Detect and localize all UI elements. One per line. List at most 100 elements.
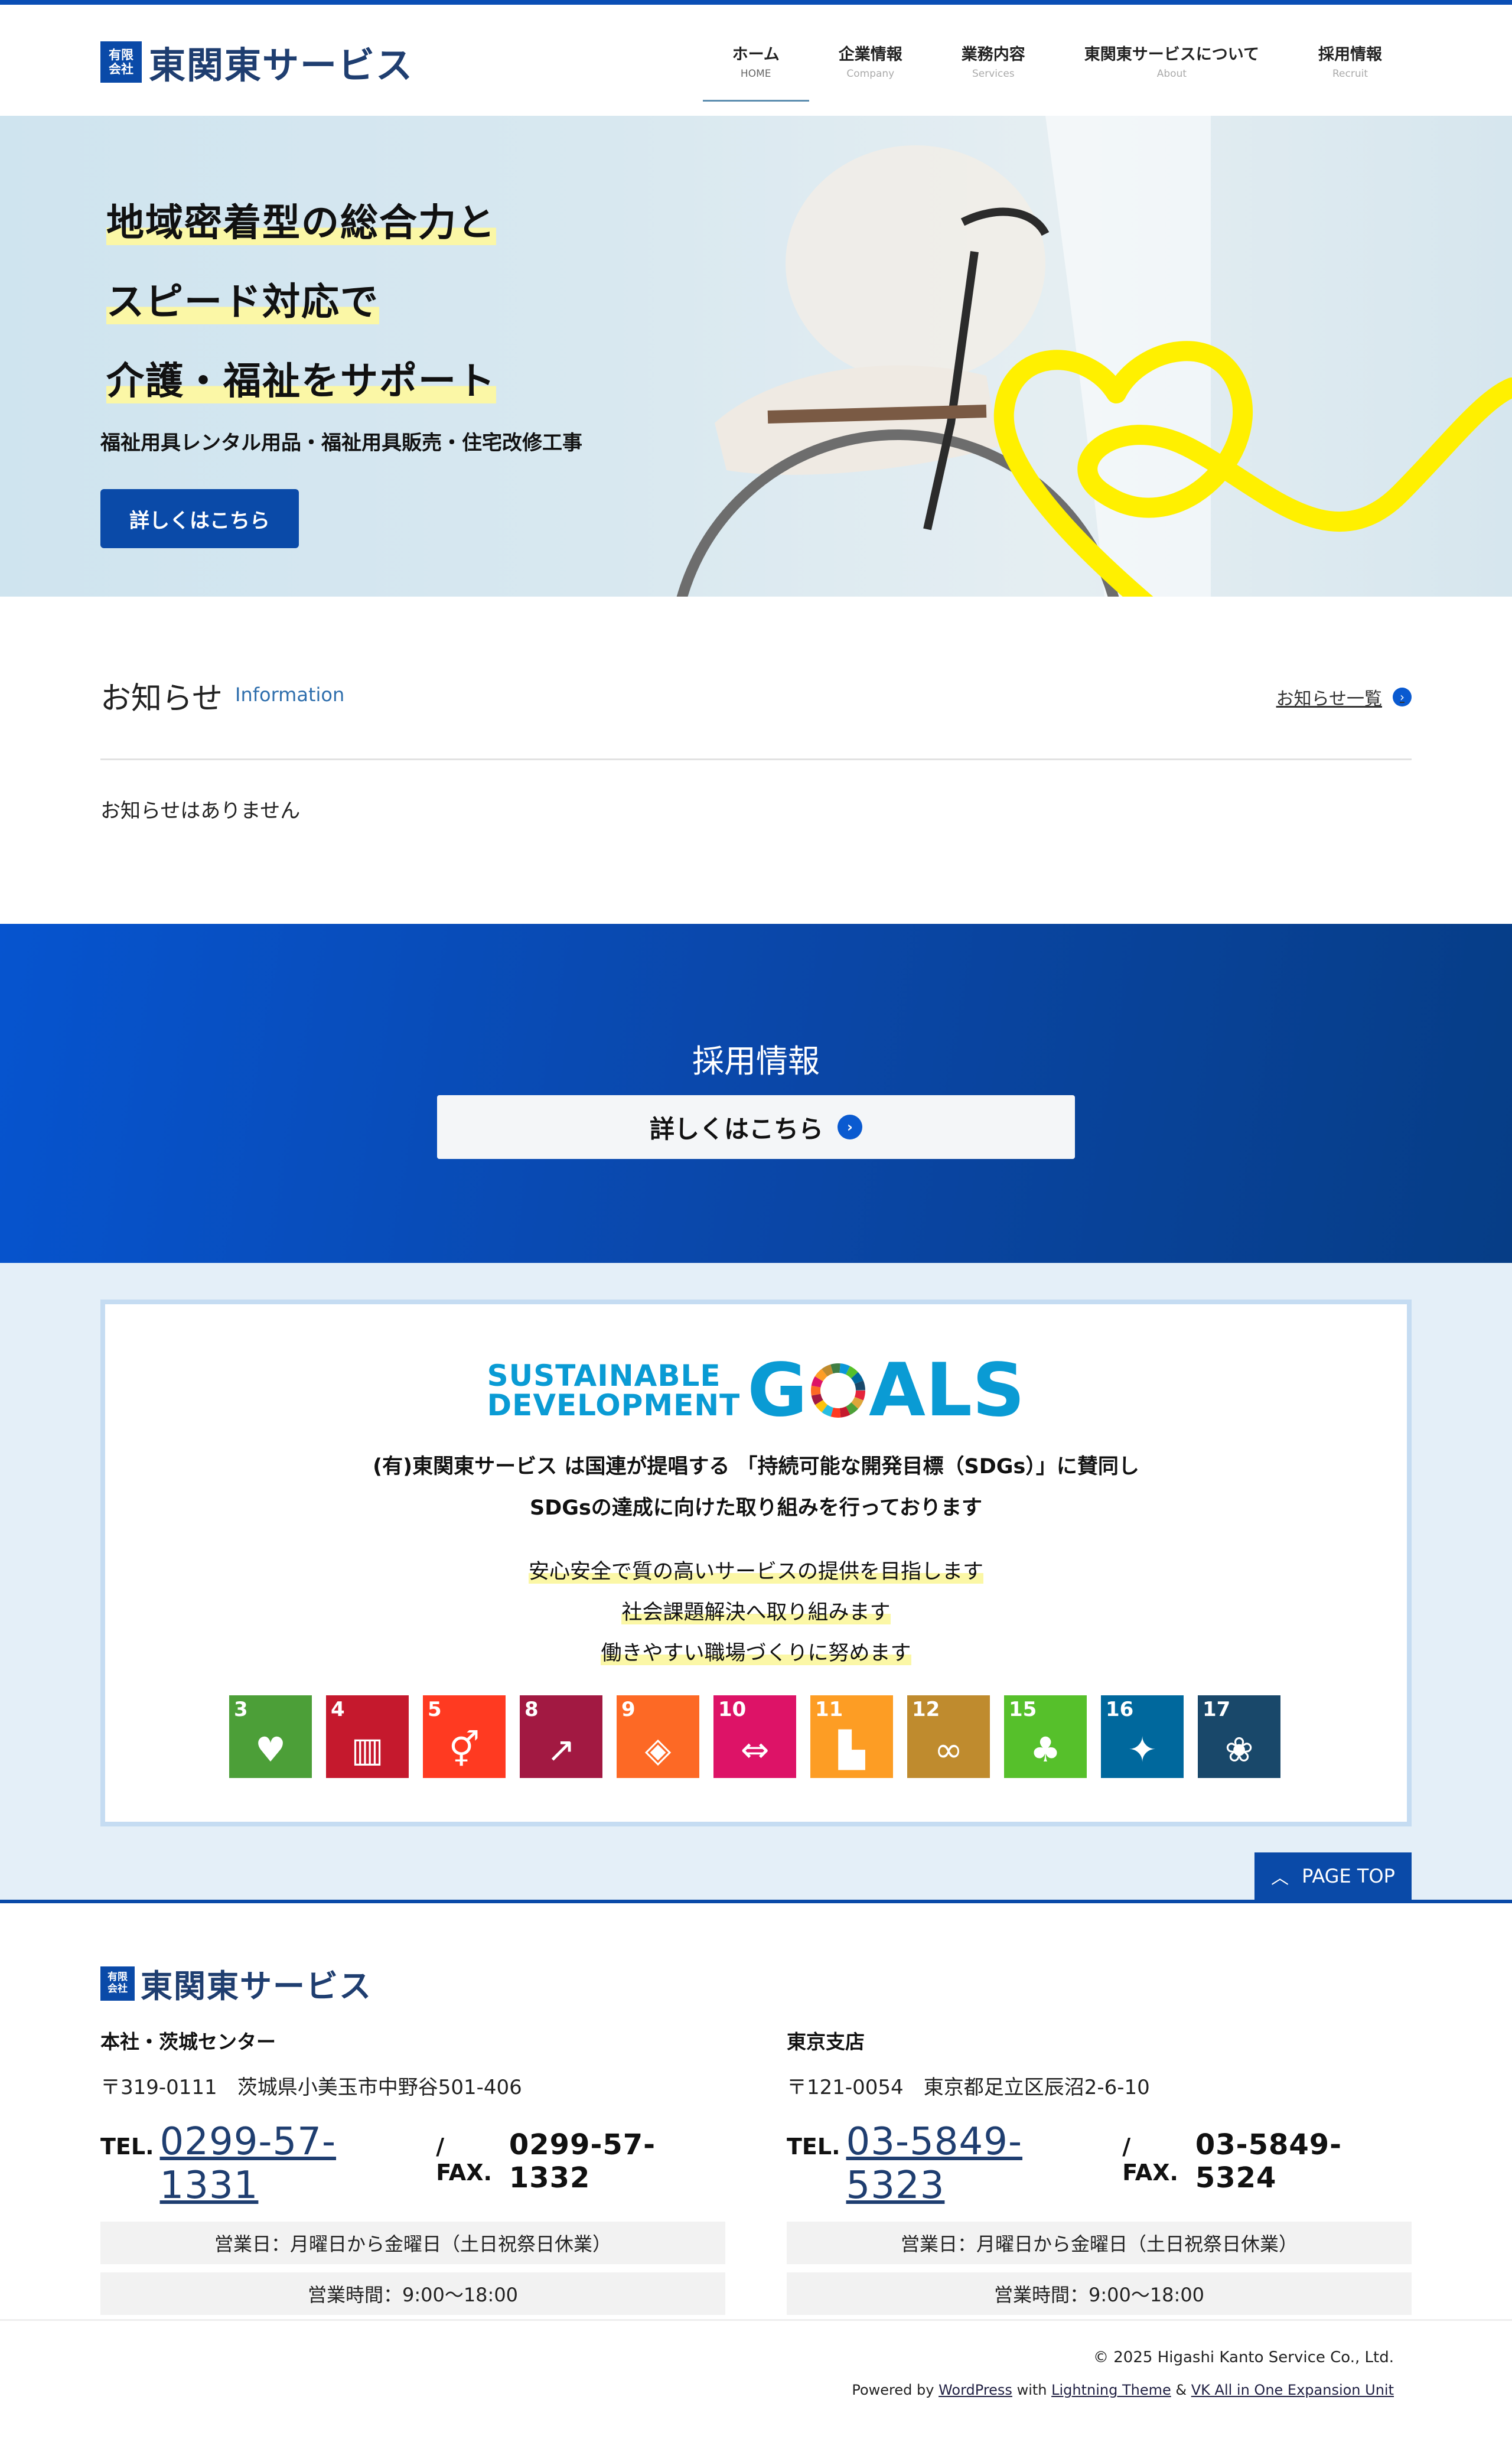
nav-label: 東関東サービスについて <box>1084 45 1259 64</box>
nav-label: ホーム <box>732 45 780 64</box>
logo-name: 東関東サービス <box>149 44 414 87</box>
nav-sub: Services <box>972 67 1015 80</box>
business-days: 営業日：月曜日から金曜日（土日祝祭日休業） <box>100 2222 725 2264</box>
nav-item-company[interactable]: 企業情報 Company <box>809 5 932 116</box>
fax-number: 03-5849-5324 <box>1195 2128 1342 2194</box>
hero-line-2: スピード対応で <box>106 263 496 342</box>
hero-details-button[interactable]: 詳しくはこちら <box>100 489 299 548</box>
sdg-goal-17: 17 ❀ <box>1198 1695 1280 1778</box>
logo-badge: 有限 会社 <box>100 41 142 83</box>
sdgs-point-3: 働きやすい職場づくりに努めます <box>105 1636 1407 1666</box>
sdgs-statement-line1: (有)東関東サービス は国連が提唱する 「持続可能な開発目標（SDGs）」に賛同… <box>373 1455 1139 1479</box>
office-name: 本社・茨城センター <box>100 2030 276 2053</box>
sdg-goal-number: 15 <box>1009 1698 1037 1721</box>
sdgs-logo: SUSTAINABLE DEVELOPMENT G ALS <box>105 1354 1407 1427</box>
news-subtitle: Information <box>235 683 345 706</box>
sdgs-point-text: 社会課題解決へ取り組みます <box>621 1601 891 1624</box>
footer-divider <box>0 2319 1512 2321</box>
logo-badge-line1: 有限 <box>107 1971 128 1983</box>
sdg-goal-number: 10 <box>718 1698 747 1721</box>
powered-amp: & <box>1171 2382 1191 2398</box>
wordpress-link[interactable]: WordPress <box>939 2382 1012 2398</box>
powered-by: Powered by WordPress with Lightning Them… <box>852 2382 1394 2398</box>
office-contact: TEL. 03-5849-5323 / FAX. 03-5849-5324 <box>787 2120 1412 2207</box>
sdgs-logo-line1: SUSTAINABLE <box>487 1359 721 1393</box>
news-divider <box>100 758 1412 760</box>
office-contact: TEL. 0299-57-1331 / FAX. 0299-57-1332 <box>100 2120 725 2207</box>
page-top-button[interactable]: ︿ PAGE TOP <box>1254 1852 1412 1900</box>
sdg-goal-11: 11 ▙ <box>810 1695 893 1778</box>
sdg-goal-number: 17 <box>1203 1698 1231 1721</box>
tel-link[interactable]: 0299-57-1331 <box>160 2120 421 2207</box>
tel-link[interactable]: 03-5849-5323 <box>846 2120 1107 2207</box>
powered-prefix: Powered by <box>852 2382 939 2398</box>
sdg-goal-8: 8 ↗ <box>520 1695 602 1778</box>
logo-badge-line1: 有限 <box>109 47 133 62</box>
office-tokyo-branch: 東京支店 〒121-0054 東京都足立区辰沼2-6-10 TEL. 03-58… <box>787 2026 1412 2315</box>
sdgs-point-text: 安心安全で質の高いサービスの提供を目指します <box>528 1560 983 1584</box>
book-icon: ▥ <box>351 1730 384 1770</box>
hero-headline: 地域密着型の総合力と スピード対応で 介護・福祉をサポート <box>106 184 496 421</box>
sdg-goal-5: 5 ⚥ <box>423 1695 506 1778</box>
sdgs-logo-line2: DEVELOPMENT <box>487 1388 741 1422</box>
sdgs-goals-rest: ALS <box>869 1348 1025 1433</box>
logo-name: 東関東サービス <box>141 1968 372 2005</box>
tel-label: TEL. <box>787 2134 840 2160</box>
fax-number: 0299-57-1332 <box>509 2128 656 2194</box>
logo-badge: 有限 会社 <box>100 1966 135 2001</box>
sdgs-goals-g: G <box>747 1348 808 1433</box>
sdg-goal-3: 3 ♥ <box>229 1695 312 1778</box>
chevron-right-icon: › <box>838 1115 862 1139</box>
chevron-right-icon: › <box>1393 688 1412 706</box>
lightning-theme-link[interactable]: Lightning Theme <box>1051 2382 1171 2398</box>
nav-label: 業務内容 <box>961 45 1025 64</box>
tree-icon: ♣ <box>1030 1730 1061 1770</box>
news-list-link-label: お知らせ一覧 <box>1276 689 1382 709</box>
sdg-goal-number: 16 <box>1106 1698 1134 1721</box>
business-hours: 営業時間：9:00〜18:00 <box>787 2272 1412 2315</box>
sdg-goal-15: 15 ♣ <box>1004 1695 1087 1778</box>
nav-sub: About <box>1156 67 1187 80</box>
sdgs-card: SUSTAINABLE DEVELOPMENT G ALS (有)東関東サービス… <box>100 1300 1412 1826</box>
nav-item-services[interactable]: 業務内容 Services <box>932 5 1055 116</box>
sdgs-goal-icons: 3 ♥ 4 ▥ 5 ⚥ 8 ↗ 9 ◈ 10 ⇔ 11 ▙ 12 ∞ 15 ♣ 16 ✦ 17 ❀ <box>229 1695 1295 1778</box>
news-title: お知らせ <box>100 681 223 717</box>
chevron-up-icon: ︿ <box>1271 1868 1289 1888</box>
sdgs-point-2: 社会課題解決へ取り組みます <box>105 1595 1407 1626</box>
gender-icon: ⚥ <box>448 1730 480 1770</box>
fax-label: / FAX. <box>436 2134 492 2186</box>
recruit-banner: 採用情報 詳しくはこちら › <box>0 924 1512 1263</box>
footer-logo[interactable]: 有限 会社 東関東サービス <box>100 1960 372 2007</box>
nav-item-recruit[interactable]: 採用情報 Recruit <box>1289 5 1412 116</box>
infinity-icon: ∞ <box>934 1730 963 1770</box>
sdgs-point-1: 安心安全で質の高いサービスの提供を目指します <box>105 1555 1407 1585</box>
office-address: 〒319-0111 茨城県小美玉市中野谷501-406 <box>100 2076 522 2099</box>
hero-line-3: 介護・福祉をサポート <box>106 342 496 421</box>
growth-chart-icon: ↗ <box>546 1730 576 1770</box>
nav-item-about[interactable]: 東関東サービスについて About <box>1055 5 1289 116</box>
tel-label: TEL. <box>100 2134 154 2160</box>
global-nav: ホーム HOME 企業情報 Company 業務内容 Services 東関東サ… <box>702 5 1412 116</box>
page-top-label: PAGE TOP <box>1302 1865 1395 1887</box>
news-list-link[interactable]: お知らせ一覧 › <box>1276 684 1412 710</box>
powered-with: with <box>1012 2382 1052 2398</box>
sdg-goal-number: 3 <box>234 1698 248 1721</box>
nav-label: 採用情報 <box>1318 45 1382 64</box>
site-logo[interactable]: 有限 会社 東関東サービス <box>100 35 413 89</box>
logo-badge-line2: 会社 <box>109 62 133 76</box>
hero-subtitle: 福祉用具レンタル用品・福祉用具販売・住宅改修工事 <box>100 431 582 455</box>
nav-item-home[interactable]: ホーム HOME <box>702 5 810 116</box>
sdg-goal-number: 4 <box>331 1698 345 1721</box>
sdgs-statement-line2: SDGsの達成に向けた取り組みを行っております <box>529 1496 983 1520</box>
city-icon: ▙ <box>838 1730 865 1770</box>
business-days: 営業日：月曜日から金曜日（土日祝祭日休業） <box>787 2222 1412 2264</box>
sdgs-goals-wordmark: G ALS <box>747 1354 1025 1427</box>
sdg-goal-16: 16 ✦ <box>1101 1695 1184 1778</box>
nav-sub: Recruit <box>1332 67 1368 80</box>
sdg-goal-9: 9 ◈ <box>617 1695 699 1778</box>
heartbeat-icon: ♥ <box>255 1730 286 1770</box>
vk-expansion-unit-link[interactable]: VK All in One Expansion Unit <box>1191 2382 1394 2398</box>
recruit-details-button[interactable]: 詳しくはこちら › <box>437 1095 1075 1159</box>
hero-line-1: 地域密着型の総合力と <box>106 184 496 263</box>
sdg-goal-number: 11 <box>815 1698 843 1721</box>
